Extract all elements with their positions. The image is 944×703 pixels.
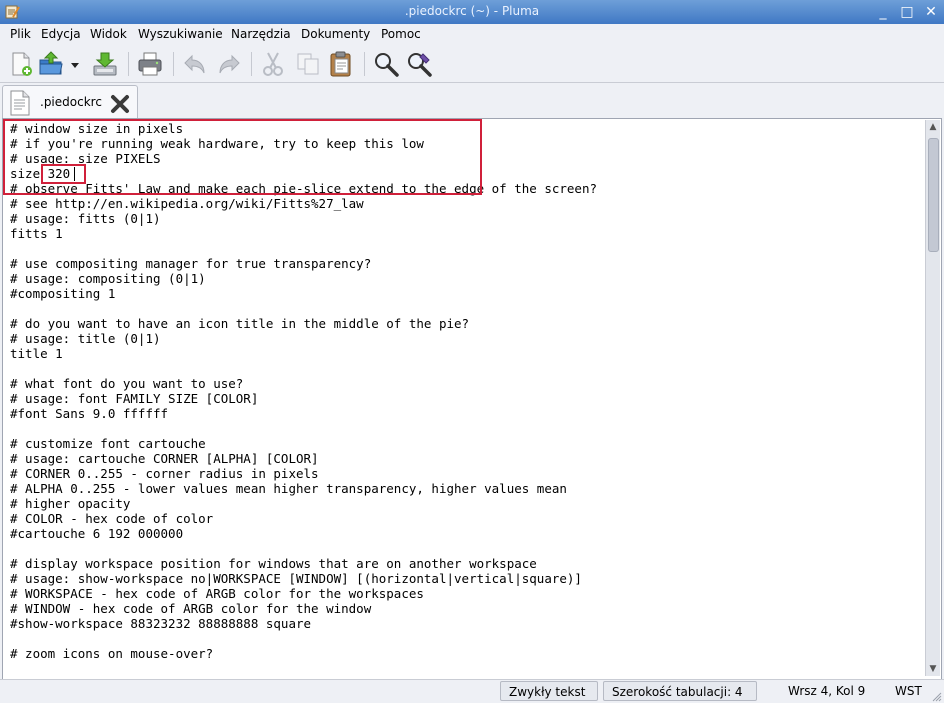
maximize-button[interactable]: □ (896, 2, 918, 22)
code-line: # see http://en.wikipedia.org/wiki/Fitts… (10, 196, 364, 211)
save-icon (93, 52, 117, 76)
document-tab[interactable]: .piedockrc (2, 85, 138, 119)
code-line: # higher opacity (10, 496, 131, 511)
open-dropdown-icon (71, 63, 79, 68)
tab-width-label: Szerokość tabulacji: 4 (612, 685, 743, 699)
find-replace-button[interactable] (405, 50, 433, 78)
code-line: # display workspace position for windows… (10, 556, 537, 571)
code-line: # use compositing manager for true trans… (10, 256, 372, 271)
code-line: # usage: title (0|1) (10, 331, 161, 346)
code-line: # what font do you want to use? (10, 376, 244, 391)
menu-pomoc[interactable]: Pomoc (381, 27, 421, 41)
redo-button[interactable] (215, 50, 243, 78)
paste-icon (330, 51, 351, 77)
scroll-up-arrow-icon[interactable]: ▲ (926, 120, 940, 134)
resize-grip-icon[interactable] (932, 692, 942, 702)
code-line: #font Sans 9.0 ffffff (10, 406, 169, 421)
code-line: # CORNER 0..255 - corner radius in pixel… (10, 466, 319, 481)
menu-dokumenty[interactable]: Dokumenty (301, 27, 370, 41)
editor-frame: # window size in pixels # if you're runni… (2, 118, 942, 680)
cut-icon (263, 52, 283, 76)
code-line: # WINDOW - hex code of ARGB color for th… (10, 601, 372, 616)
minimize-button[interactable]: _ (872, 2, 894, 22)
print-icon (138, 52, 162, 76)
menu-plik[interactable]: Plik (10, 27, 31, 41)
cursor-position: Wrsz 4, Kol 9 (788, 684, 866, 698)
menu-bar: Plik Edycja Widok Wyszukiwanie Narzędzia… (0, 24, 944, 46)
code-line: # zoom icons on mouse-over? (10, 646, 214, 661)
code-line: # usage: compositing (0|1) (10, 271, 206, 286)
open-icon (39, 51, 63, 75)
open-dropdown-button[interactable] (68, 50, 82, 78)
cut-button[interactable] (259, 50, 287, 78)
insert-mode: WST (895, 684, 922, 698)
toolbar-separator (251, 52, 252, 76)
code-line: #show-workspace 88323232 88888888 square (10, 616, 312, 631)
code-line: #compositing 1 (10, 286, 116, 301)
find-replace-icon (408, 53, 432, 77)
code-line: # ALPHA 0..255 - lower values mean highe… (10, 481, 567, 496)
paste-button[interactable] (327, 50, 355, 78)
text-editor[interactable]: # window size in pixels # if you're runni… (6, 121, 921, 677)
find-button[interactable] (372, 50, 400, 78)
close-tab-icon[interactable] (109, 93, 131, 115)
code-line: # usage: cartouche CORNER [ALPHA] [COLOR… (10, 451, 319, 466)
code-line: # usage: show-workspace no|WORKSPACE [WI… (10, 571, 582, 586)
copy-button[interactable] (294, 50, 322, 78)
pluma-window: .piedockrc (~) - Pluma _ □ ✕ Plik Edycja… (0, 0, 944, 703)
highlight-box-size-value (41, 164, 86, 184)
undo-button[interactable] (181, 50, 209, 78)
menu-edycja[interactable]: Edycja (41, 27, 81, 41)
close-window-button[interactable]: ✕ (920, 2, 942, 22)
copy-icon (297, 53, 319, 75)
menu-widok[interactable]: Widok (90, 27, 127, 41)
tab-label: .piedockrc (40, 95, 102, 109)
tab-width-dropdown[interactable]: Szerokość tabulacji: 4 (603, 681, 757, 701)
title-bar[interactable]: .piedockrc (~) - Pluma _ □ ✕ (0, 0, 944, 24)
toolbar-separator (173, 52, 174, 76)
code-line: # WORKSPACE - hex code of ARGB color for… (10, 586, 424, 601)
menu-wyszukiwanie[interactable]: Wyszukiwanie (138, 27, 223, 41)
undo-icon (184, 54, 205, 74)
code-line: # do you want to have an icon title in t… (10, 316, 470, 331)
code-line: fitts 1 (10, 226, 63, 241)
code-line: #cartouche 6 192 000000 (10, 526, 184, 541)
scrollbar-thumb[interactable] (928, 138, 939, 252)
new-document-button[interactable] (7, 50, 35, 78)
window-title: .piedockrc (~) - Pluma (404, 4, 540, 18)
code-line: # COLOR - hex code of color (10, 511, 214, 526)
syntax-mode-dropdown[interactable]: Zwykły tekst (500, 681, 598, 701)
menu-narzedzia[interactable]: Narzędzia (231, 27, 291, 41)
syntax-mode-label: Zwykły tekst (509, 685, 586, 699)
code-line: # usage: font FAMILY SIZE [COLOR] (10, 391, 259, 406)
scroll-down-arrow-icon[interactable]: ▼ (926, 662, 940, 676)
save-button[interactable] (91, 50, 119, 78)
code-line: title 1 (10, 346, 63, 361)
code-line: # customize font cartouche (10, 436, 206, 451)
code-line: # usage: fitts (0|1) (10, 211, 161, 226)
toolbar (0, 46, 944, 83)
vertical-scrollbar[interactable]: ▲ ▼ (925, 120, 940, 676)
text-document-icon (10, 90, 30, 116)
find-icon (375, 53, 399, 77)
print-button[interactable] (136, 50, 164, 78)
status-bar: Zwykły tekst Szerokość tabulacji: 4 Wrsz… (0, 679, 944, 703)
redo-icon (219, 54, 240, 74)
document-tab-bar: .piedockrc (0, 83, 944, 119)
new-document-icon (12, 52, 32, 76)
open-button[interactable] (37, 50, 65, 78)
toolbar-separator (128, 52, 129, 76)
toolbar-separator (364, 52, 365, 76)
